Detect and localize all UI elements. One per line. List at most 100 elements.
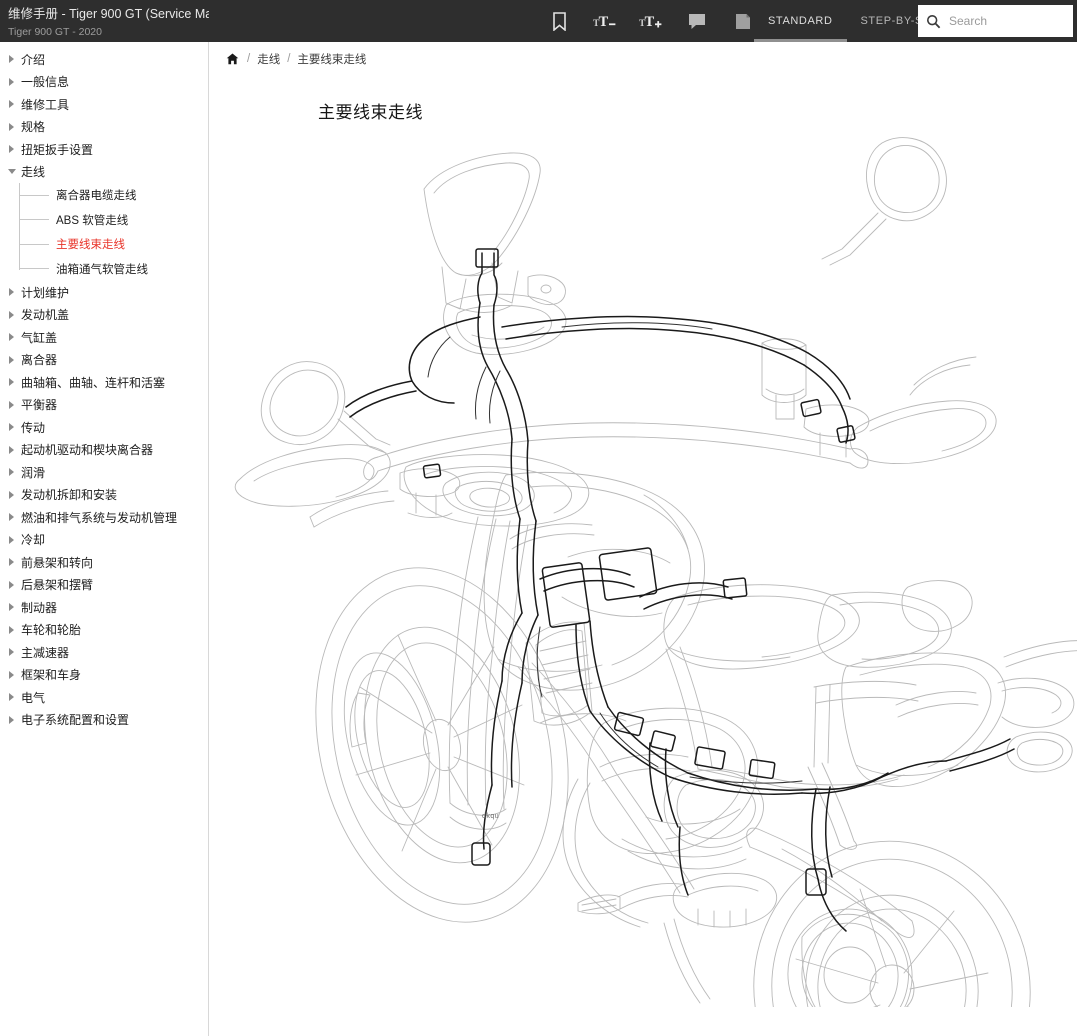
home-icon[interactable]: [226, 53, 240, 65]
increase-text-size-icon[interactable]: T T: [639, 9, 663, 33]
wiring-harness-diagram: [210, 127, 1077, 1007]
sidebar-label: 介绍: [18, 51, 45, 68]
sidebar-node-front-suspension-steering[interactable]: 前悬架和转向: [0, 551, 208, 574]
comment-icon[interactable]: [685, 9, 709, 33]
sidebar-item-1: 一般信息: [0, 71, 208, 94]
chevron-right-icon: [5, 356, 18, 364]
chevron-right-icon: [5, 603, 18, 611]
sidebar-item-12: 传动: [0, 416, 208, 439]
chevron-right-icon: [5, 581, 18, 589]
sidebar-node-wheels-tyres[interactable]: 车轮和轮胎: [0, 619, 208, 642]
sidebar-node-starter-drive[interactable]: 起动机驱动和楔块离合器: [0, 439, 208, 462]
bookmark-icon[interactable]: [547, 9, 571, 33]
sidebar-label: 前悬架和转向: [18, 554, 93, 571]
sidebar-label: 起动机驱动和楔块离合器: [18, 441, 153, 458]
chevron-right-icon: [5, 671, 18, 679]
sidebar-node-electrical[interactable]: 电气: [0, 686, 208, 709]
tab-standard[interactable]: STANDARD: [754, 0, 847, 42]
breadcrumb-item-current[interactable]: 主要线束走线: [297, 51, 366, 67]
sidebar-item-3: 规格: [0, 116, 208, 139]
sidebar-label: 油箱通气软管走线: [56, 261, 148, 277]
sidebar-node-service-tools[interactable]: 维修工具: [0, 93, 208, 116]
sidebar-label: 主要线束走线: [56, 236, 125, 252]
sidebar-item-fuel-tank-breather-routing[interactable]: 油箱通气软管走线: [19, 257, 208, 282]
sidebar-node-routing[interactable]: 走线: [0, 161, 208, 184]
sidebar-label: 电气: [18, 689, 45, 706]
chevron-right-icon: [5, 378, 18, 386]
decrease-text-size-icon[interactable]: T T: [593, 9, 617, 33]
sidebar-node-transmission[interactable]: 传动: [0, 416, 208, 439]
sidebar-item-19: 后悬架和摆臂: [0, 574, 208, 597]
sidebar-node-general-info[interactable]: 一般信息: [0, 71, 208, 94]
sidebar-label: 气缸盖: [18, 329, 57, 346]
chevron-right-icon: [5, 333, 18, 341]
breadcrumb-separator: /: [247, 53, 250, 65]
breadcrumb-separator: /: [287, 53, 290, 65]
sidebar-label: 平衡器: [18, 396, 57, 413]
sidebar-node-fuel-exhaust-engine-management[interactable]: 燃油和排气系统与发动机管理: [0, 506, 208, 529]
tree-connector: [19, 219, 49, 220]
sidebar-node-scheduled-maintenance[interactable]: 计划维护: [0, 281, 208, 304]
chevron-right-icon: [5, 100, 18, 108]
sidebar-label: 维修工具: [18, 96, 69, 113]
sidebar-node-cylinder-head[interactable]: 气缸盖: [0, 326, 208, 349]
app-title: 维修手册 - Tiger 900 GT (Service Manual): [8, 7, 209, 22]
sidebar-node-engine-removal[interactable]: 发动机拆卸和安装: [0, 484, 208, 507]
sidebar-item-21: 车轮和轮胎: [0, 619, 208, 642]
sidebar-node-balancer[interactable]: 平衡器: [0, 394, 208, 417]
sidebar-item-9: 离合器: [0, 349, 208, 372]
sidebar-node-crankcase[interactable]: 曲轴箱、曲轴、连杆和活塞: [0, 371, 208, 394]
sidebar-label: 曲轴箱、曲轴、连杆和活塞: [18, 374, 165, 391]
sidebar-node-clutch[interactable]: 离合器: [0, 349, 208, 372]
sidebar-label: 离合器电缆走线: [56, 187, 137, 203]
sidebar-label: 车轮和轮胎: [18, 621, 81, 638]
chevron-right-icon: [5, 558, 18, 566]
sidebar-children-routing: 离合器电缆走线 ABS 软管走线 主要线束走线 油箱通气软管走线: [19, 183, 208, 281]
sidebar-item-10: 曲轴箱、曲轴、连杆和活塞: [0, 371, 208, 394]
sidebar-node-electronic-config[interactable]: 电子系统配置和设置: [0, 709, 208, 732]
sidebar-label: 规格: [18, 118, 45, 135]
search-icon: [926, 14, 941, 29]
sidebar-item-abs-hose-routing[interactable]: ABS 软管走线: [19, 208, 208, 233]
sidebar-node-cooling[interactable]: 冷却: [0, 529, 208, 552]
chevron-right-icon: [5, 78, 18, 86]
chevron-right-icon: [5, 446, 18, 454]
sidebar-label: ABS 软管走线: [56, 212, 128, 228]
sidebar-label: 发动机盖: [18, 306, 69, 323]
sidebar-navigation[interactable]: 介绍 一般信息 维修工具 规: [0, 42, 209, 1036]
search-box[interactable]: [918, 5, 1073, 37]
note-icon[interactable]: [731, 9, 755, 33]
sidebar-item-main-harness-routing[interactable]: 主要线束走线: [19, 232, 208, 257]
sidebar-node-specifications[interactable]: 规格: [0, 116, 208, 139]
sidebar-item-6: 计划维护: [0, 281, 208, 304]
breadcrumb-item-routing[interactable]: 走线: [257, 51, 280, 67]
sidebar-node-frame-bodywork[interactable]: 框架和车身: [0, 664, 208, 687]
breadcrumb: / 走线 / 主要线束走线: [210, 42, 1077, 76]
chevron-right-icon: [5, 626, 18, 634]
chevron-right-icon: [5, 288, 18, 296]
tree-connector: [19, 268, 49, 269]
tree-connector: [19, 195, 49, 196]
sidebar-label: 制动器: [18, 599, 57, 616]
sidebar-item-15: 发动机拆卸和安装: [0, 484, 208, 507]
sidebar-item-2: 维修工具: [0, 93, 208, 116]
sidebar-node-final-drive[interactable]: 主减速器: [0, 641, 208, 664]
sidebar-node-brakes[interactable]: 制动器: [0, 596, 208, 619]
sidebar-item-24: 电气: [0, 686, 208, 709]
chevron-right-icon: [5, 423, 18, 431]
sidebar-label: 走线: [18, 163, 45, 180]
sidebar-item-clutch-cable-routing[interactable]: 离合器电缆走线: [19, 183, 208, 208]
sidebar-node-engine-covers[interactable]: 发动机盖: [0, 304, 208, 327]
sidebar-label: 冷却: [18, 531, 45, 548]
sidebar-item-0: 介绍: [0, 48, 208, 71]
sidebar-node-rear-suspension-swingarm[interactable]: 后悬架和摆臂: [0, 574, 208, 597]
search-input[interactable]: [947, 13, 1065, 29]
sidebar-node-intro[interactable]: 介绍: [0, 48, 208, 71]
sidebar-label: 一般信息: [18, 73, 69, 90]
sidebar-node-lubrication[interactable]: 润滑: [0, 461, 208, 484]
toolbar: T T T T: [547, 0, 755, 42]
sidebar-node-torque-settings[interactable]: 扭矩扳手设置: [0, 138, 208, 161]
header-controls: T T T T: [209, 0, 1077, 42]
sidebar-item-25: 电子系统配置和设置: [0, 709, 208, 732]
chevron-right-icon: [5, 311, 18, 319]
